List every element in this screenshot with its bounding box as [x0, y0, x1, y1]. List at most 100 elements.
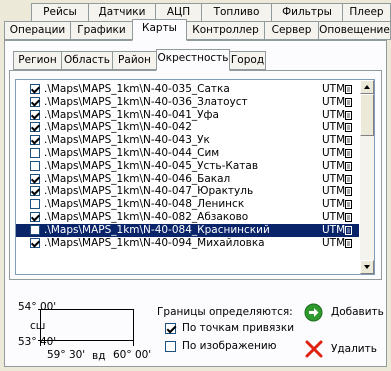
add-button-label: Добавить: [331, 306, 384, 318]
by-points-label[interactable]: По точкам привязки: [182, 322, 294, 334]
map-list-item[interactable]: .\Maps\MAPS_1km\N-40-041_Уфа UTM: [16, 109, 359, 122]
map-file-icon[interactable]: [345, 238, 352, 248]
map-file-icon[interactable]: [345, 213, 352, 222]
tab-reysy[interactable]: Рейсы: [31, 3, 89, 22]
map-enable-checkbox[interactable]: [30, 237, 40, 248]
map-projection: UTM: [322, 198, 346, 211]
map-file-icon[interactable]: [345, 149, 352, 158]
map-projection: UTM: [322, 236, 346, 249]
tick: [40, 340, 41, 346]
map-list-item[interactable]: .\Maps\MAPS_1km\N-40-044_Сим UTM: [16, 147, 359, 160]
map-list-item[interactable]: .\Maps\MAPS_1km\N-40-047_Юрактуль UTM: [16, 185, 359, 198]
map-path: .\Maps\MAPS_1km\N-40-035_Сатка: [44, 83, 230, 95]
map-path: .\Maps\MAPS_1km\N-40-094_Михайловка: [44, 236, 265, 249]
by-image-label[interactable]: По изображению: [182, 340, 277, 352]
map-file-icon[interactable]: [345, 110, 352, 120]
map-path: .\Maps\MAPS_1km\N-40-047_Юрактуль: [44, 185, 254, 198]
map-file-icon[interactable]: [345, 123, 352, 133]
map-path: .\Maps\MAPS_1km\N-40-046_Бакал: [44, 172, 231, 185]
map-projection: UTM: [322, 83, 346, 95]
map-list-item[interactable]: .\Maps\MAPS_1km\N-40-042 UTM: [16, 121, 359, 134]
map-projection: UTM: [322, 121, 346, 134]
scroll-thumb[interactable]: [360, 94, 374, 136]
delete-button-label: Удалить: [331, 343, 377, 355]
map-file-icon[interactable]: [345, 200, 352, 210]
map-file-icon[interactable]: [345, 161, 352, 171]
map-list-item[interactable]: .\Maps\MAPS_1km\N-40-036_Златоуст UTM: [16, 96, 359, 109]
delete-button[interactable]: Удалить: [302, 338, 382, 360]
map-projection: UTM: [322, 211, 346, 223]
map-list-item[interactable]: .\Maps\MAPS_1km\N-40-046_Бакал UTM: [16, 173, 359, 186]
map-file-icon[interactable]: [345, 225, 352, 235]
map-file-icon[interactable]: [345, 187, 352, 197]
map-enable-checkbox[interactable]: [30, 122, 40, 133]
map-enable-checkbox[interactable]: [30, 109, 40, 120]
map-enable-checkbox[interactable]: [30, 186, 40, 197]
map-projection: UTM: [322, 147, 346, 159]
add-button[interactable]: Добавить: [302, 301, 384, 323]
by-image-checkbox[interactable]: [165, 341, 176, 352]
subtab-okrestnost[interactable]: Окрестность: [156, 49, 230, 71]
map-path: .\Maps\MAPS_1km\N-40-084_Краснинский: [44, 223, 270, 236]
tick: [38, 340, 44, 341]
subtab-oblast[interactable]: Область: [61, 51, 113, 70]
subtab-rayon[interactable]: Район: [112, 51, 157, 70]
bounds-title: Границы определяются:: [157, 306, 293, 318]
tab-server[interactable]: Сервер: [264, 21, 319, 40]
tab-filtry[interactable]: Фильтры: [271, 3, 343, 22]
lon-label: вд: [92, 350, 106, 362]
map-enable-checkbox[interactable]: [30, 199, 40, 210]
scroll-down-arrow-icon[interactable]: [360, 260, 374, 274]
map-list-item[interactable]: .\Maps\MAPS_1km\N-40-048_Ленинск UTM: [16, 198, 359, 211]
tick: [38, 309, 44, 310]
tick: [133, 340, 134, 346]
map-enable-checkbox[interactable]: [30, 212, 40, 222]
map-file-icon[interactable]: [345, 85, 352, 94]
map-projection: UTM: [322, 108, 346, 121]
map-projection: UTM: [322, 95, 346, 108]
add-arrow-icon: [304, 303, 323, 322]
map-projection: UTM: [322, 172, 346, 185]
map-projection: UTM: [322, 134, 346, 147]
vertical-scrollbar[interactable]: [360, 80, 374, 274]
map-path: .\Maps\MAPS_1km\N-40-042: [44, 121, 192, 134]
subtab-gorod[interactable]: Город: [229, 51, 266, 70]
coverage-rectangle: [40, 309, 134, 341]
map-path: .\Maps\MAPS_1km\N-40-036_Златоуст: [44, 95, 248, 108]
scroll-up-arrow-icon[interactable]: [360, 80, 374, 94]
map-list-item[interactable]: .\Maps\MAPS_1km\N-40-043_Ук UTM: [16, 134, 359, 147]
map-file-list[interactable]: .\Maps\MAPS_1km\N-40-035_Сатка UTM .\Maps\…: [15, 79, 375, 275]
subtab-region[interactable]: Регион: [13, 51, 62, 70]
tab-toplivo[interactable]: Топливо: [201, 3, 272, 22]
map-list-item[interactable]: .\Maps\MAPS_1km\N-40-045_Усть-Катав UTM: [16, 160, 359, 173]
by-points-checkbox[interactable]: [165, 323, 176, 334]
map-list-item[interactable]: .\Maps\MAPS_1km\N-40-082_Абзаково UTM: [16, 211, 359, 224]
map-enable-checkbox[interactable]: [30, 224, 40, 235]
map-path: .\Maps\MAPS_1km\N-40-082_Абзаково: [44, 211, 249, 223]
map-projection: UTM: [322, 223, 346, 236]
map-file-icon[interactable]: [345, 136, 352, 146]
lon-right: 60° 00': [113, 349, 152, 361]
map-enable-checkbox[interactable]: [30, 84, 40, 94]
map-list-item[interactable]: .\Maps\MAPS_1km\N-40-084_Краснинский UTM: [16, 223, 359, 237]
map-enable-checkbox[interactable]: [30, 173, 40, 184]
map-path: .\Maps\MAPS_1km\N-40-041_Уфа: [44, 108, 219, 121]
tab-kontroller[interactable]: Контроллер: [186, 21, 265, 40]
map-list-item[interactable]: .\Maps\MAPS_1km\N-40-035_Сатка UTM: [16, 83, 359, 96]
map-path: .\Maps\MAPS_1km\N-40-045_Усть-Катав: [44, 159, 259, 172]
tab-pleer[interactable]: Плеер: [342, 3, 391, 22]
tab-grafiki[interactable]: Графики: [70, 21, 133, 40]
map-file-icon[interactable]: [345, 97, 352, 107]
tab-karty[interactable]: Карты: [132, 19, 187, 41]
map-file-icon[interactable]: [345, 174, 352, 184]
map-list-item[interactable]: .\Maps\MAPS_1km\N-40-094_Михайловка UTM: [16, 237, 359, 250]
tab-opoveshchenie[interactable]: Оповещение: [318, 21, 391, 40]
map-path: .\Maps\MAPS_1km\N-40-048_Ленинск: [44, 198, 245, 211]
map-enable-checkbox[interactable]: [30, 96, 40, 107]
map-enable-checkbox[interactable]: [30, 135, 40, 146]
map-path: .\Maps\MAPS_1km\N-40-043_Ук: [44, 134, 210, 147]
map-enable-checkbox[interactable]: [30, 148, 40, 158]
lon-left: 59° 30': [47, 349, 86, 361]
tab-operatsii[interactable]: Операции: [4, 21, 71, 40]
map-enable-checkbox[interactable]: [30, 160, 40, 171]
